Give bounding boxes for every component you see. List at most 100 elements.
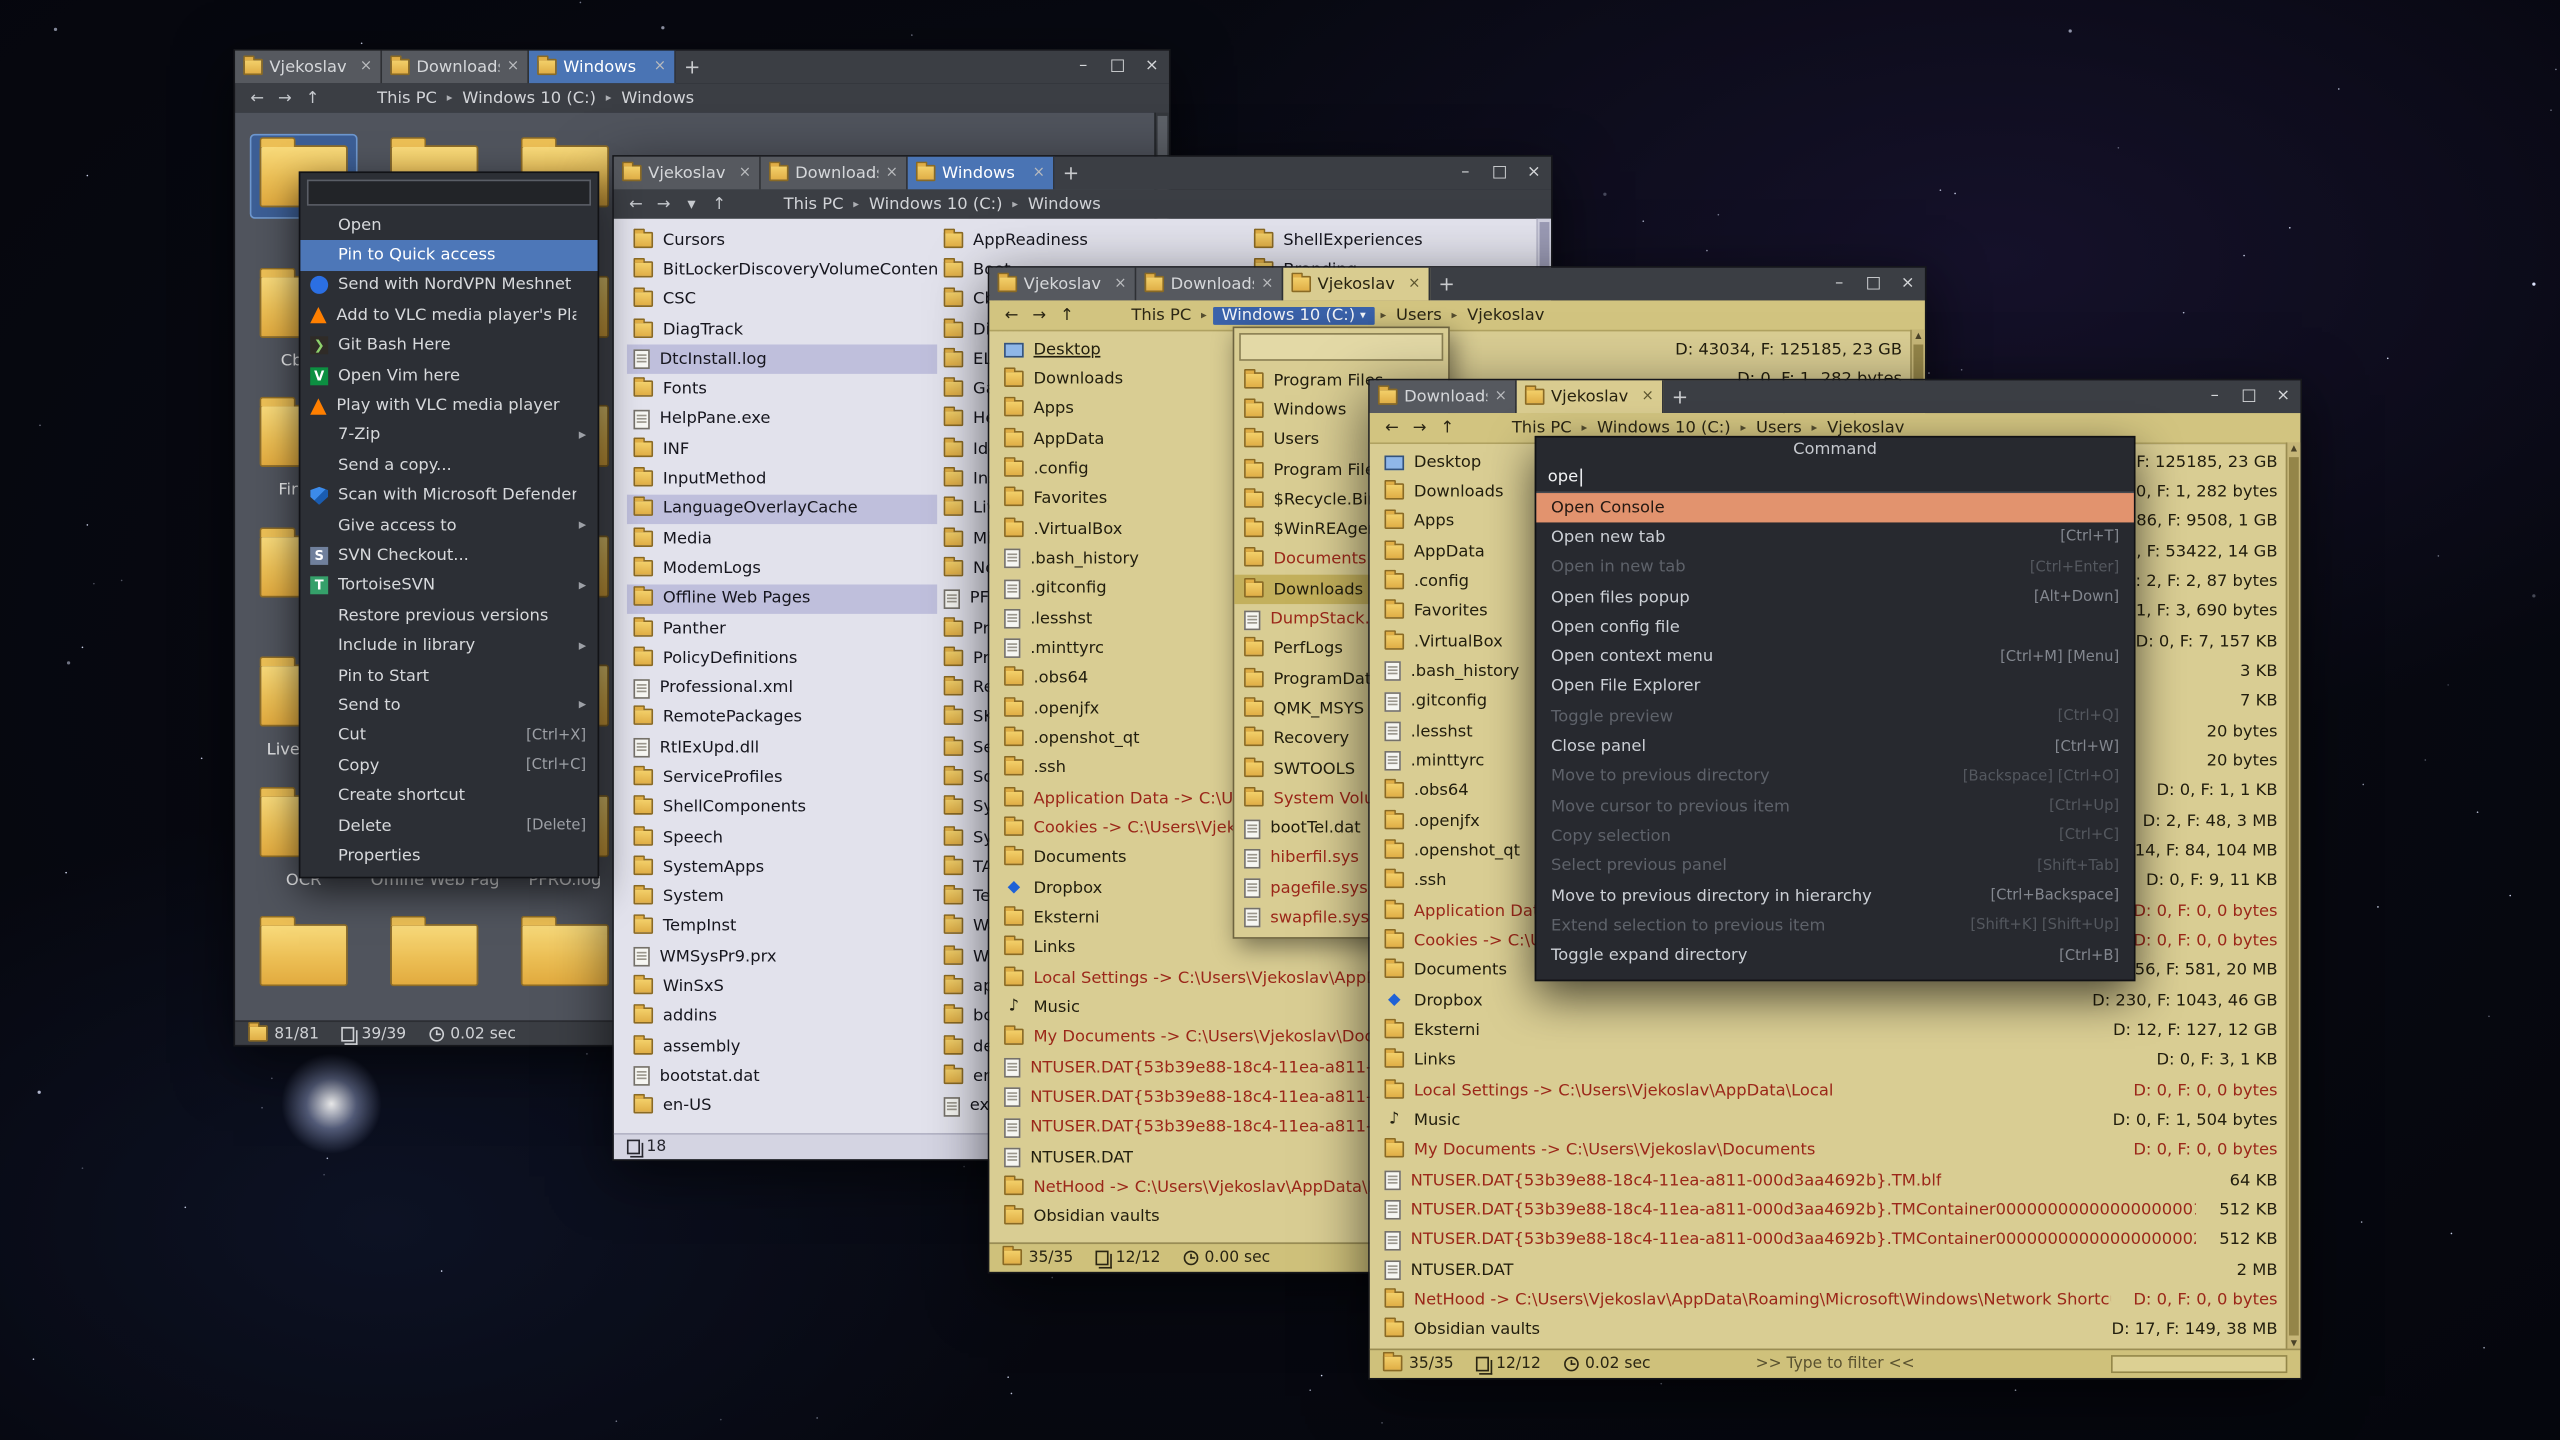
file-item-wmsyspr9-prx[interactable]: WMSysPr9.prx [627, 942, 937, 972]
command-item-open-in-new-tab[interactable]: Open in new tab[Ctrl+Enter] [1536, 553, 2134, 583]
breadcrumb-item-this-pc[interactable]: This PC [374, 89, 440, 107]
context-menu-item-play-with-vlc-media-player[interactable]: Play with VLC media player [300, 391, 597, 421]
command-item-toggle-expand-directory[interactable]: Toggle expand directory[Ctrl+B] [1536, 941, 2134, 971]
titlebar[interactable]: Downloads×Vjekoslav×+ – □ × [1370, 380, 2301, 413]
context-menu-item-open[interactable]: Open [300, 211, 597, 241]
tab-vjekoslav[interactable]: Vjekoslav× [1517, 380, 1664, 413]
file-row-ntuser-dat-53b39e88-18c4-11ea-a811-000d3aa4692b-tmcontainer00000000000000000002-regtrans-ms[interactable]: NTUSER.DAT{53b39e88-18c4-11ea-a811-000d3… [1370, 1225, 2301, 1255]
context-menu-item-open-vim-here[interactable]: VOpen Vim here [300, 361, 597, 391]
file-row-dropbox[interactable]: ◆DropboxD: 230, F: 1043, 46 GB [1370, 986, 2301, 1016]
folder-grid-item[interactable] [369, 914, 500, 1020]
breadcrumb-item-vjekoslav[interactable]: Vjekoslav [1464, 306, 1548, 324]
breadcrumb-item-windows-10-c[interactable]: Windows 10 (C:)▾ [1213, 306, 1374, 324]
file-item-bootstat-dat[interactable]: bootstat.dat [627, 1062, 937, 1092]
file-item-speech[interactable]: Speech [627, 823, 937, 853]
file-item-addins[interactable]: addins [627, 1002, 937, 1032]
folder-grid-item[interactable] [500, 914, 631, 1020]
file-item-shellexperiences[interactable]: ShellExperiences [1247, 225, 1551, 255]
file-row-desktop[interactable]: DesktopD: 43034, F: 125185, 23 GB [989, 335, 1925, 365]
file-item-bitlockerdiscoveryvolumecontents[interactable]: BitLockerDiscoveryVolumeContents [627, 255, 937, 285]
tab-close-icon[interactable]: × [507, 59, 519, 75]
file-item-csc[interactable]: CSC [627, 285, 937, 315]
context-menu-item-send-a-copy[interactable]: Send a copy... [300, 451, 597, 481]
tab-close-icon[interactable]: × [1114, 276, 1126, 292]
command-item-move-cursor-to-previous-item[interactable]: Move cursor to previous item[Ctrl+Up] [1536, 792, 2134, 822]
tab-close-icon[interactable]: × [739, 165, 751, 181]
minimize-button[interactable]: – [1066, 51, 1100, 84]
maximize-button[interactable]: □ [1856, 268, 1890, 301]
forward-icon[interactable]: → [1407, 419, 1431, 437]
tab-close-icon[interactable]: × [1261, 276, 1273, 292]
context-menu-item-add-to-vlc-media-player-s-playlist[interactable]: Add to VLC media player's Playlist [300, 301, 597, 331]
folder-grid-item[interactable] [238, 914, 369, 1020]
context-menu-item-svn-checkout[interactable]: SSVN Checkout... [300, 541, 597, 571]
file-row-obsidian[interactable]: Obsidian vaultsD: 17, F: 149, 38 MB [1370, 1315, 2301, 1345]
file-item-systemapps[interactable]: SystemApps [627, 853, 937, 883]
tab-downloads[interactable]: Downloads× [1136, 268, 1283, 301]
file-item-fonts[interactable]: Fonts [627, 375, 937, 405]
file-item-system[interactable]: System [627, 882, 937, 912]
minimize-button[interactable]: – [1822, 268, 1856, 301]
file-item-inf[interactable]: INF [627, 434, 937, 464]
context-menu-item-create-shortcut[interactable]: Create shortcut [300, 781, 597, 811]
context-menu-item-give-access-to[interactable]: Give access to▸ [300, 511, 597, 541]
file-item-policydefinitions[interactable]: PolicyDefinitions [627, 644, 937, 674]
tab-close-icon[interactable]: × [1408, 276, 1420, 292]
tab-vjekoslav[interactable]: Vjekoslav× [989, 268, 1136, 301]
up-icon[interactable]: ↑ [1055, 306, 1079, 324]
new-tab-button[interactable]: + [1055, 157, 1088, 190]
context-menu-item-delete[interactable]: Delete[Delete] [300, 811, 597, 841]
context-menu-item-git-bash-here[interactable]: ❯Git Bash Here [300, 331, 597, 361]
minimize-button[interactable]: – [2198, 380, 2232, 413]
breadcrumb-item-windows-10-c[interactable]: Windows 10 (C:) [1594, 419, 1734, 437]
file-row-ntuser-dat-53b39e88-18c4-11ea-a811-000d3aa4692b-tmcontainer00000000000000000001-regtrans-ms[interactable]: NTUSER.DAT{53b39e88-18c4-11ea-a811-000d3… [1370, 1195, 2301, 1225]
file-item-cursors[interactable]: Cursors [627, 225, 937, 255]
file-row-local[interactable]: Local Settings -> C:\Users\Vjekoslav\App… [1370, 1076, 2301, 1106]
command-item-close-panel[interactable]: Close panel[Ctrl+W] [1536, 732, 2134, 762]
scroll-up-icon[interactable]: ▲ [1912, 330, 1925, 343]
maximize-button[interactable]: □ [1482, 157, 1516, 190]
file-row-ntuser-dat[interactable]: NTUSER.DAT2 MB [1370, 1255, 2301, 1285]
context-menu-item-scan-with-microsoft-defender[interactable]: Scan with Microsoft Defender... [300, 481, 597, 511]
file-item-languageoverlaycache[interactable]: LanguageOverlayCache [627, 494, 937, 524]
command-item-extend-selection-to-previous-item[interactable]: Extend selection to previous item[Shift+… [1536, 911, 2134, 941]
tab-windows[interactable]: Windows× [908, 157, 1055, 190]
file-item-modemlogs[interactable]: ModemLogs [627, 554, 937, 584]
breadcrumb-item-this-pc[interactable]: This PC [1128, 306, 1194, 324]
file-item-appreadiness[interactable]: AppReadiness [937, 225, 1247, 255]
context-menu-item-send-to[interactable]: Send to▸ [300, 691, 597, 721]
context-menu-item-copy[interactable]: Copy[Ctrl+C] [300, 751, 597, 781]
file-item-winsxs[interactable]: WinSxS [627, 972, 937, 1002]
tab-vjekoslav[interactable]: Vjekoslav× [235, 51, 382, 84]
tab-downloads[interactable]: Downloads× [382, 51, 529, 84]
titlebar[interactable]: Vjekoslav×Downloads×Vjekoslav×+ – □ × [989, 268, 1925, 301]
command-item-toggle-preview[interactable]: Toggle preview[Ctrl+Q] [1536, 702, 2134, 732]
context-menu-filter-input[interactable] [307, 180, 591, 206]
command-item-move-to-previous-directory[interactable]: Move to previous directory[Backspace] [C… [1536, 762, 2134, 792]
context-menu-item-pin-to-start[interactable]: Pin to Start [300, 661, 597, 691]
file-item-serviceprofiles[interactable]: ServiceProfiles [627, 763, 937, 793]
back-icon[interactable]: ← [1380, 419, 1404, 437]
maximize-button[interactable]: □ [1100, 51, 1134, 84]
breadcrumb-item-this-pc[interactable]: This PC [780, 195, 846, 213]
breadcrumb-item-windows[interactable]: Windows [618, 89, 697, 107]
command-item-open-context-menu[interactable]: Open context menu[Ctrl+M] [Menu] [1536, 642, 2134, 672]
new-tab-button[interactable]: + [1664, 380, 1697, 413]
forward-icon[interactable]: → [651, 195, 675, 213]
file-item-helppane-exe[interactable]: HelpPane.exe [627, 405, 937, 435]
breadcrumb-item-users[interactable]: Users [1753, 419, 1805, 437]
command-item-open-new-tab[interactable]: Open new tab[Ctrl+T] [1536, 523, 2134, 553]
tab-close-icon[interactable]: × [886, 165, 898, 181]
up-icon[interactable]: ↑ [1435, 419, 1459, 437]
file-item-professional-xml[interactable]: Professional.xml [627, 673, 937, 703]
breadcrumb-item-this-pc[interactable]: This PC [1509, 419, 1575, 437]
dropdown-filter-input[interactable] [1239, 333, 1443, 361]
scrollbar[interactable]: ▲ ▼ [2286, 442, 2301, 1350]
command-item-copy-selection[interactable]: Copy selection[Ctrl+C] [1536, 822, 2134, 852]
breadcrumb-item-users[interactable]: Users [1393, 306, 1445, 324]
tab-downloads[interactable]: Downloads× [1370, 380, 1517, 413]
command-item-select-previous-panel[interactable]: Select previous panel[Shift+Tab] [1536, 852, 2134, 882]
file-item-remotepackages[interactable]: RemotePackages [627, 703, 937, 733]
file-item-media[interactable]: Media [627, 524, 937, 554]
file-row-my[interactable]: My Documents -> C:\Users\Vjekoslav\Docum… [1370, 1136, 2301, 1166]
